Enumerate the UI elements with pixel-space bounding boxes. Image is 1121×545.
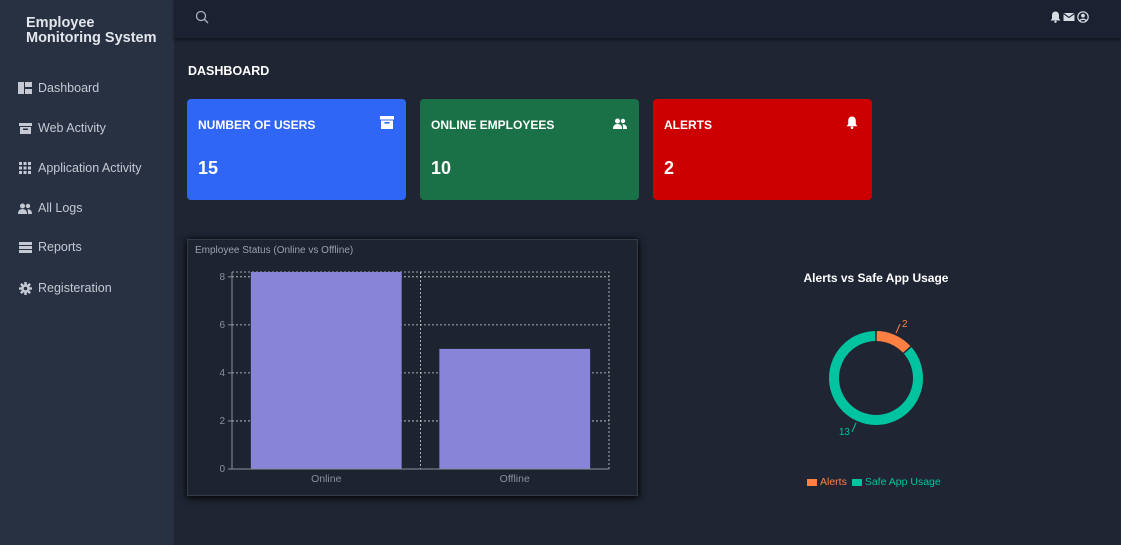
donut-legend: Alerts Safe App Usage [807, 476, 941, 488]
x-tick-label: Offline [500, 473, 530, 485]
legend-label-alerts: Alerts [820, 476, 847, 488]
card-title: NUMBER OF USERS [198, 118, 316, 132]
donut-value-label: 2 [902, 319, 908, 330]
dashboard-icon [18, 81, 32, 95]
sidebar-item-application-activity[interactable]: Application Activity [18, 157, 142, 179]
bell-icon [846, 116, 860, 130]
sidebar-item-label: Registeration [38, 281, 112, 295]
card-title: ONLINE EMPLOYEES [431, 118, 555, 132]
y-tick-label: 0 [219, 464, 225, 475]
bar-chart-panel: Employee Status (Online vs Offline) 0 2 4 6… [187, 239, 638, 496]
bar-offline[interactable] [439, 348, 591, 469]
app-title: Employee Monitoring System [26, 15, 157, 46]
sidebar-item-web-activity[interactable]: Web Activity [18, 117, 106, 139]
donut-chart: 2 13 [829, 319, 923, 438]
users-icon [18, 201, 32, 215]
card-alerts[interactable]: ALERTS 2 [653, 99, 872, 200]
sidebar-item-dashboard[interactable]: Dashboard [18, 77, 99, 99]
x-tick-label: Online [311, 473, 342, 485]
mail-icon[interactable] [1063, 10, 1075, 24]
sidebar-item-label: All Logs [38, 201, 83, 215]
grid-icon [18, 161, 32, 175]
sidebar-item-label: Application Activity [38, 161, 142, 175]
users-icon [613, 116, 627, 130]
sidebar-item-reports[interactable]: Reports [18, 236, 82, 258]
bell-icon[interactable] [1049, 10, 1061, 24]
y-tick-label: 2 [219, 416, 225, 427]
legend-swatch-safe-app-usage [851, 478, 862, 486]
gear-icon [18, 281, 32, 295]
label-line [851, 422, 857, 433]
card-value: 2 [664, 158, 675, 178]
y-tick-label: 6 [219, 320, 225, 331]
legend-label-safe-app-usage: Safe App Usage [864, 476, 941, 488]
sidebar-item-label: Reports [38, 240, 82, 254]
legend-swatch-alerts [807, 478, 817, 486]
card-title: ALERTS [664, 118, 712, 132]
list-icon [18, 240, 32, 254]
sidebar-item-all-logs[interactable]: All Logs [18, 197, 82, 219]
user-circle-icon[interactable] [1077, 10, 1089, 24]
donut-value-label: 13 [839, 427, 851, 438]
card-number-of-users[interactable]: NUMBER OF USERS 15 [187, 99, 406, 200]
sidebar: Employee Monitoring System Dashboard Web… [0, 0, 174, 545]
y-tick-label: 8 [219, 272, 225, 283]
search-icon[interactable] [195, 10, 209, 26]
archive-icon [380, 116, 394, 130]
chart-title: Employee Status (Online vs Offline) [195, 245, 354, 256]
sidebar-item-registeration[interactable]: Registeration [18, 277, 112, 299]
sidebar-item-label: Dashboard [38, 81, 100, 95]
card-value: 10 [431, 158, 452, 178]
archive-icon [18, 121, 32, 135]
bar-online[interactable] [250, 272, 402, 469]
top-icons [1049, 10, 1089, 24]
card-value: 15 [198, 158, 219, 178]
top-bar [174, 0, 1121, 38]
y-tick-label: 4 [219, 368, 225, 379]
bar-chart: 0 2 4 6 8 Online Offline [219, 271, 610, 485]
donut-chart-title: Alerts vs Safe App Usage [803, 271, 949, 285]
label-line [895, 323, 901, 334]
sidebar-item-label: Web Activity [38, 121, 106, 135]
card-online-employees[interactable]: ONLINE EMPLOYEES 10 [420, 99, 639, 200]
donut-slice-alerts[interactable] [876, 331, 911, 353]
page-title: DASHBOARD [188, 64, 270, 78]
